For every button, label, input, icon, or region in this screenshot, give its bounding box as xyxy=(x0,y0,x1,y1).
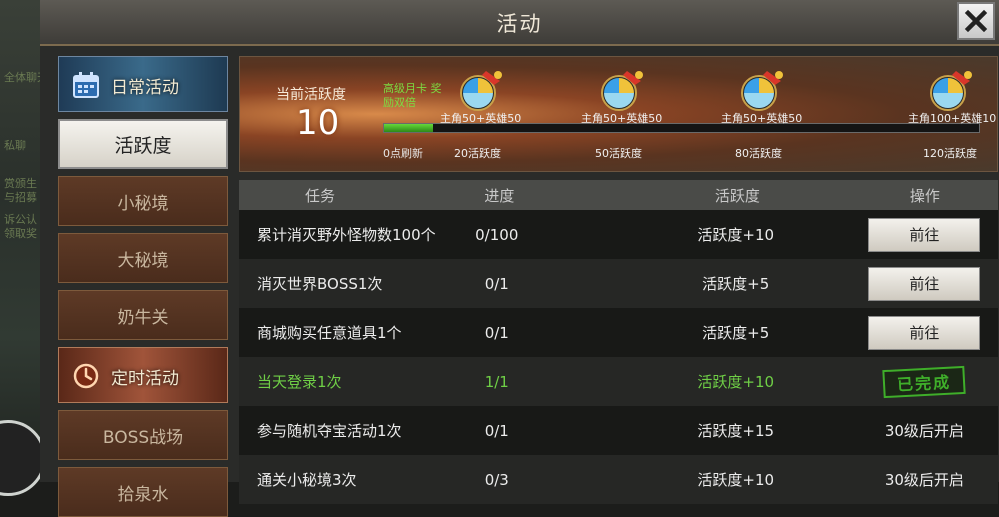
task-progress: 1/1 xyxy=(484,372,509,391)
completed-stamp: 已完成 xyxy=(882,365,967,398)
table-row: 参与随机夺宝活动1次 0/1 活跃度+15 30级后开启 xyxy=(239,406,998,455)
background-text-4: 领取奖 xyxy=(4,227,37,240)
task-points: 活跃度+5 xyxy=(702,324,770,342)
task-progress: 0/1 xyxy=(484,274,509,293)
header-action: 操作 xyxy=(909,186,940,205)
close-icon xyxy=(964,9,988,33)
table-header: 任务 进度 活跃度 操作 xyxy=(239,180,998,210)
nav-item-activity-points[interactable]: 活跃度 xyxy=(58,119,228,169)
reward-orb-icon xyxy=(460,71,502,111)
nav-item-small-realm[interactable]: 小秘境 xyxy=(58,176,228,226)
go-button[interactable]: 前往 xyxy=(868,217,981,252)
nav-item-large-realm[interactable]: 大秘境 xyxy=(58,233,228,283)
milestone-reward: 主角50+英雄50 xyxy=(440,112,522,125)
task-progress: 0/1 xyxy=(484,421,509,440)
milestone-label: 20活跃度 xyxy=(454,147,501,160)
reward-orb-icon xyxy=(741,71,783,111)
task-name: 消灭世界BOSS1次 xyxy=(257,275,383,293)
reward-orb-icon xyxy=(930,71,972,111)
task-name: 商城购买任意道具1个 xyxy=(257,324,402,342)
nav-item-cow-level[interactable]: 奶牛关 xyxy=(58,290,228,340)
milestone-reward: 主角100+英雄100 xyxy=(908,112,998,125)
background-text-1: 赏颁生 xyxy=(4,177,37,190)
task-points: 活跃度+5 xyxy=(702,275,770,293)
task-name: 累计消灭野外怪物数100个 xyxy=(257,226,436,244)
milestone-50[interactable]: 主角50+英雄50 50活跃度 xyxy=(581,57,721,171)
milestone-80[interactable]: 主角50+英雄50 80活跃度 xyxy=(721,57,861,171)
section-daily-label: 日常活动 xyxy=(111,78,179,98)
table-row: 商城购买任意道具1个 0/1 活跃度+5 前往 xyxy=(239,308,998,357)
current-activity-label: 当前活跃度 xyxy=(276,87,346,103)
task-name: 通关小秘境3次 xyxy=(257,471,357,489)
task-points: 活跃度+10 xyxy=(697,471,775,489)
current-activity-value: 10 xyxy=(296,103,340,143)
task-name: 参与随机夺宝活动1次 xyxy=(257,422,402,440)
header-progress: 进度 xyxy=(484,186,515,205)
header-points: 活跃度 xyxy=(714,186,760,205)
milestone-label: 80活跃度 xyxy=(735,147,782,160)
monthly-card-bonus: 高级月卡 奖励双倍 xyxy=(383,82,442,109)
clock-icon xyxy=(73,363,99,389)
task-progress: 0/1 xyxy=(484,323,509,342)
task-points: 活跃度+10 xyxy=(697,226,775,244)
milestone-20[interactable]: 主角50+英雄50 20活跃度 xyxy=(440,57,580,171)
milestone-120[interactable]: 主角100+英雄100 120活跃度 xyxy=(890,57,998,171)
unlock-level-text: 30级后开启 xyxy=(884,471,964,489)
task-name: 当天登录1次 xyxy=(257,373,342,391)
background-text-3: 诉公认 xyxy=(4,213,37,226)
table-row: 通关小秘境3次 0/3 活跃度+10 30级后开启 xyxy=(239,455,998,504)
section-timed-activities: 定时活动 xyxy=(58,347,228,403)
calendar-icon xyxy=(73,72,99,98)
table-row: 当天登录1次 1/1 活跃度+10 已完成 xyxy=(239,357,998,406)
header-task: 任务 xyxy=(305,186,336,205)
milestone-reward: 主角50+英雄50 xyxy=(581,112,663,125)
table-row: 消灭世界BOSS1次 0/1 活跃度+5 前往 xyxy=(239,259,998,308)
reward-orb-icon xyxy=(601,71,643,111)
background-tag: 私聊 xyxy=(4,139,26,152)
go-button[interactable]: 前往 xyxy=(868,266,981,301)
nav-item-boss-arena[interactable]: BOSS战场 xyxy=(58,410,228,460)
milestone-reward: 主角50+英雄50 xyxy=(721,112,803,125)
refresh-time-label: 0点刷新 xyxy=(383,147,423,160)
background-text-2: 与招募 xyxy=(4,191,37,204)
activity-window: 活动 日常活动 活跃度 小秘境 大秘境 奶牛关 定时活动 BOSS战场 拾泉水 … xyxy=(40,0,999,517)
task-points: 活跃度+15 xyxy=(697,422,775,440)
activity-banner: 当前活跃度 10 高级月卡 奖励双倍 0点刷新 主角50+英雄50 20活跃度 xyxy=(239,56,998,172)
window-title: 活动 xyxy=(496,12,543,36)
section-daily-activities: 日常活动 xyxy=(58,56,228,112)
titlebar: 活动 xyxy=(40,0,999,46)
close-button[interactable] xyxy=(957,2,995,40)
task-points: 活跃度+10 xyxy=(697,373,775,391)
nav-item-spring-water[interactable]: 拾泉水 xyxy=(58,467,228,517)
task-progress: 0/3 xyxy=(484,470,509,489)
sidebar: 日常活动 活跃度 小秘境 大秘境 奶牛关 定时活动 BOSS战场 拾泉水 xyxy=(58,56,228,517)
table-row: 累计消灭野外怪物数100个 0/100 活跃度+10 前往 xyxy=(239,210,998,259)
task-progress: 0/100 xyxy=(475,225,519,244)
activity-progress-fill xyxy=(384,124,434,132)
milestone-label: 120活跃度 xyxy=(923,147,977,160)
unlock-level-text: 30级后开启 xyxy=(884,422,964,440)
go-button[interactable]: 前往 xyxy=(868,315,981,350)
section-timed-label: 定时活动 xyxy=(111,369,179,389)
task-table: 任务 进度 活跃度 操作 累计消灭野外怪物数100个 0/100 活跃度+10 … xyxy=(239,180,998,504)
milestone-label: 50活跃度 xyxy=(595,147,642,160)
